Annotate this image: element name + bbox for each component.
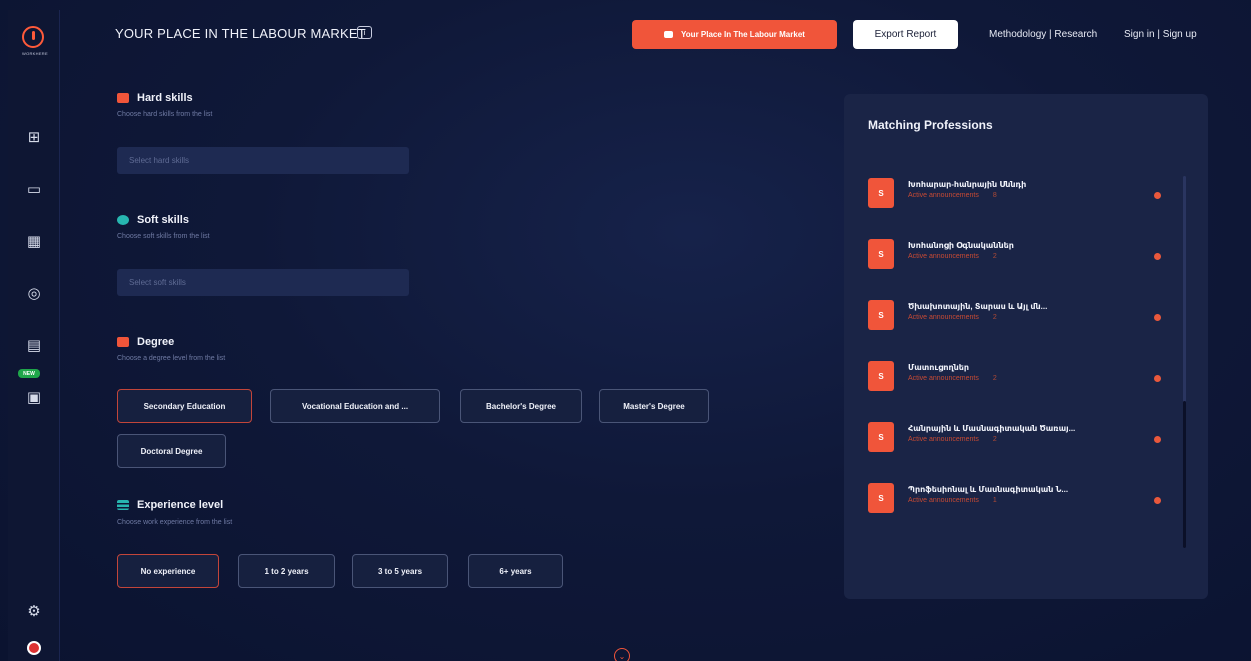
- status-dot-icon: [1154, 497, 1161, 504]
- profession-item[interactable]: S Հանրային և Մասնագիտական Ծառայ... Activ…: [868, 422, 1168, 458]
- profession-meta: Active announcements 2: [908, 253, 997, 260]
- your-place-button-label: Your Place In The Labour Market: [681, 30, 805, 39]
- experience-title: Experience level: [117, 499, 223, 511]
- degree-option[interactable]: Master's Degree: [599, 389, 709, 423]
- status-dot-icon: [1154, 192, 1161, 199]
- degree-option[interactable]: Vocational Education and ...: [270, 389, 440, 423]
- status-dot-icon: [1154, 253, 1161, 260]
- profession-avatar: S: [868, 239, 894, 269]
- soft-skills-label: Soft skills: [137, 214, 189, 226]
- hard-skills-title: Hard skills: [117, 92, 193, 104]
- profession-name: Հանրային և Մասնագիտական Ծառայ...: [908, 424, 1076, 433]
- profession-name: Պրոֆեսիոնալ և Մասնագիտական Ն...: [908, 485, 1069, 494]
- degree-option[interactable]: Doctoral Degree: [117, 434, 226, 468]
- profession-item[interactable]: S Խոհանոցի Օգնականներ Active announcemen…: [868, 239, 1168, 275]
- hard-skills-label: Hard skills: [137, 92, 193, 104]
- logo-icon: [22, 26, 44, 48]
- info-icon[interactable]: i: [357, 26, 372, 39]
- panel-title: Matching Professions: [868, 118, 993, 132]
- experience-subtitle: Choose work experience from the list: [117, 519, 233, 526]
- matching-professions-panel: Matching Professions S Խոհարար-հանրային …: [844, 94, 1208, 599]
- page-title: YOUR PLACE IN THE LABOUR MARKET: [115, 26, 366, 41]
- experience-label: Experience level: [137, 499, 224, 511]
- hard-skills-icon: [117, 93, 129, 103]
- settings-icon[interactable]: ⚙: [25, 602, 43, 620]
- list-icon[interactable]: ▤: [25, 336, 43, 354]
- profession-name: Ծխախոտային, Տարաս և Այլ մն...: [908, 302, 1048, 311]
- your-place-button[interactable]: Your Place In The Labour Market: [632, 20, 837, 49]
- profession-avatar: S: [868, 361, 894, 391]
- new-badge: NEW: [18, 369, 40, 378]
- export-report-button[interactable]: Export Report: [853, 20, 958, 49]
- hard-skills-select[interactable]: Select hard skills: [117, 147, 409, 174]
- degree-title: Degree: [117, 336, 174, 348]
- table-icon[interactable]: ▦: [25, 232, 43, 250]
- experience-icon: [117, 500, 129, 510]
- profession-avatar: S: [868, 483, 894, 513]
- degree-subtitle: Choose a degree level from the list: [117, 355, 226, 362]
- soft-skills-title: Soft skills: [117, 214, 189, 226]
- hard-skills-subtitle: Choose hard skills from the list: [117, 111, 213, 118]
- degree-option[interactable]: Bachelor's Degree: [460, 389, 582, 423]
- profession-avatar: S: [868, 422, 894, 452]
- methodology-link[interactable]: Methodology | Research: [989, 29, 1097, 40]
- logo-text: WORKHERE: [22, 51, 48, 56]
- sidebar: WORKHERE ⊞ ▭ ▦ ◎ ▤ NEW ▣ ⚙: [8, 10, 60, 661]
- profession-meta: Active announcements 2: [908, 314, 997, 321]
- profession-item[interactable]: S Ծխախոտային, Տարաս և Այլ մն... Active a…: [868, 300, 1168, 336]
- profession-meta: Active announcements 2: [908, 375, 997, 382]
- experience-option[interactable]: 1 to 2 years: [238, 554, 335, 588]
- soft-skills-icon: [117, 215, 129, 225]
- profession-name: Մատուցողներ: [908, 363, 970, 372]
- experience-option[interactable]: 3 to 5 years: [352, 554, 448, 588]
- profession-name: Խոհանոցի Օգնականներ: [908, 241, 1014, 250]
- soft-skills-select[interactable]: Select soft skills: [117, 269, 409, 296]
- profession-name: Խոհարար-հանրային Սննդի: [908, 180, 1027, 189]
- language-flag-icon[interactable]: [27, 641, 41, 655]
- experience-option[interactable]: No experience: [117, 554, 219, 588]
- profession-item[interactable]: S Պրոֆեսիոնալ և Մասնագիտական Ն... Active…: [868, 483, 1168, 519]
- profession-avatar: S: [868, 178, 894, 208]
- target-icon[interactable]: ◎: [25, 284, 43, 302]
- panel-scrollbar[interactable]: [1183, 176, 1186, 548]
- degree-icon: [117, 337, 129, 347]
- profession-meta: Active announcements 2: [908, 436, 997, 443]
- briefcase-icon[interactable]: ▭: [25, 180, 43, 198]
- status-dot-icon: [1154, 436, 1161, 443]
- soft-skills-subtitle: Choose soft skills from the list: [117, 233, 210, 240]
- profession-item[interactable]: S Խոհարար-հանրային Սննդի Active announce…: [868, 178, 1168, 214]
- scroll-down-icon[interactable]: ⌄: [614, 648, 630, 661]
- sign-in-link[interactable]: Sign in | Sign up: [1124, 29, 1197, 40]
- scrollbar-thumb[interactable]: [1183, 401, 1186, 548]
- profession-meta: Active announcements 8: [908, 192, 997, 199]
- degree-label: Degree: [137, 336, 175, 348]
- app-logo[interactable]: WORKHERE: [22, 26, 48, 64]
- chat-icon: [664, 31, 674, 38]
- profession-avatar: S: [868, 300, 894, 330]
- profession-meta: Active announcements 1: [908, 497, 997, 504]
- dashboard-icon[interactable]: ⊞: [25, 128, 43, 146]
- status-dot-icon: [1154, 375, 1161, 382]
- calendar-icon[interactable]: ▣: [25, 388, 43, 406]
- degree-option[interactable]: Secondary Education: [117, 389, 252, 423]
- experience-option[interactable]: 6+ years: [468, 554, 563, 588]
- profession-item[interactable]: S Մատուցողներ Active announcements 2: [868, 361, 1168, 397]
- status-dot-icon: [1154, 314, 1161, 321]
